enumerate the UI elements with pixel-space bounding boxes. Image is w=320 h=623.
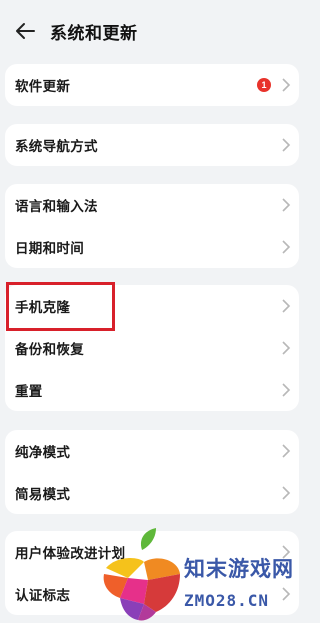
settings-page: 系统和更新 软件更新 1 系统导航方式 语言和输入法 日期和时间 手机克隆 备份…: [0, 0, 300, 623]
menu-item-software-update[interactable]: 软件更新 1: [5, 64, 299, 106]
menu-item-system-navigation[interactable]: 系统导航方式: [5, 124, 299, 166]
card-language-time: 语言和输入法 日期和时间: [5, 184, 299, 268]
menu-item-date-time[interactable]: 日期和时间: [5, 226, 299, 268]
card-software-update: 软件更新 1: [5, 64, 299, 106]
chevron-right-icon: [282, 383, 291, 397]
back-button[interactable]: [12, 18, 38, 44]
header: 系统和更新: [0, 0, 300, 60]
menu-item-backup-restore[interactable]: 备份和恢复: [5, 327, 299, 369]
menu-item-label: 语言和输入法: [15, 199, 98, 215]
arrow-left-icon: [16, 23, 35, 39]
card-clone-backup: 手机克隆 备份和恢复 重置: [5, 285, 299, 411]
watermark-text-en: ZMO28.CN: [184, 591, 270, 610]
menu-item-label: 备份和恢复: [15, 342, 84, 358]
menu-item-label: 简易模式: [15, 487, 71, 503]
card-modes: 纯净模式 简易模式: [5, 430, 299, 514]
chevron-right-icon: [282, 444, 291, 458]
chevron-right-icon: [282, 240, 291, 254]
menu-item-simple-mode[interactable]: 简易模式: [5, 472, 299, 514]
menu-item-label: 系统导航方式: [15, 139, 98, 155]
menu-item-reset[interactable]: 重置: [5, 369, 299, 411]
menu-item-label: 软件更新: [15, 79, 71, 95]
menu-item-label: 日期和时间: [15, 241, 84, 257]
fruit-logo-watermark: [103, 528, 180, 621]
card-navigation: 系统导航方式: [5, 124, 299, 166]
update-count-badge: 1: [257, 78, 271, 92]
menu-item-phone-clone[interactable]: 手机克隆: [5, 285, 299, 327]
menu-item-label: 手机克隆: [15, 300, 71, 316]
menu-item-label: 认证标志: [15, 588, 71, 604]
menu-item-pure-mode[interactable]: 纯净模式: [5, 430, 299, 472]
menu-item-label: 纯净模式: [15, 445, 71, 461]
watermark-text-cn: 知末游戏网: [184, 557, 294, 581]
menu-item-language-input[interactable]: 语言和输入法: [5, 184, 299, 226]
page-title: 系统和更新: [50, 24, 138, 44]
chevron-right-icon: [282, 138, 291, 152]
chevron-right-icon: [282, 486, 291, 500]
menu-item-label: 重置: [15, 384, 43, 400]
chevron-right-icon: [282, 299, 291, 313]
chevron-right-icon: [282, 341, 291, 355]
chevron-right-icon: [282, 198, 291, 212]
chevron-right-icon: [282, 587, 291, 601]
chevron-right-icon: [282, 78, 291, 92]
